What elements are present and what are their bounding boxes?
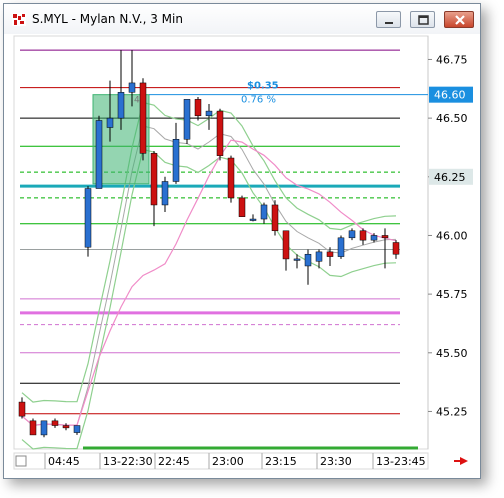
scroll-box [15, 455, 27, 467]
maximize-button[interactable] [410, 11, 435, 28]
candle-body [304, 253, 312, 267]
candle-body [51, 420, 59, 426]
candle-body [161, 181, 169, 206]
x-tick-label: 22:45 [158, 455, 190, 468]
maximize-icon [418, 15, 429, 25]
candle-body [271, 204, 279, 232]
close-icon [455, 15, 465, 25]
candle-body [84, 188, 92, 248]
candle-body [29, 420, 37, 436]
scroll-right-arrow-icon[interactable] [454, 457, 468, 465]
candle-body [337, 237, 345, 257]
candle-body [249, 218, 257, 221]
candle-body [40, 420, 48, 436]
candle-body [227, 157, 235, 199]
candle-body [359, 230, 367, 241]
app-icon [12, 13, 26, 26]
range-percent-label: 0.76 % [241, 95, 276, 106]
y-tick-label: 45.50 [436, 347, 468, 360]
y-tick-label: 46.50 [436, 112, 468, 125]
candle-body [348, 230, 356, 239]
candle-body [106, 117, 114, 128]
window-title: S.MYL - Mylan N.V., 3 Min [32, 12, 183, 26]
x-tick-label: 13-23:45 [376, 455, 426, 468]
candle-body [282, 230, 290, 260]
y-tick-label: 45.75 [436, 288, 468, 301]
candle-body [392, 242, 400, 255]
candle-body [62, 425, 70, 429]
candle-body [172, 139, 180, 182]
candle-body [18, 401, 26, 417]
x-tick-label: 23:00 [212, 455, 244, 468]
candle-body [205, 110, 213, 117]
x-tick-label: 23:30 [320, 455, 352, 468]
close-button[interactable] [444, 11, 474, 28]
x-tick-label: 23:15 [265, 455, 297, 468]
candle-body [216, 110, 224, 156]
price-marker-label: 46.25 [434, 171, 466, 184]
candle-body [326, 251, 334, 257]
candle-body [194, 99, 202, 117]
range-amount-label: $0.35 [247, 81, 279, 92]
candle-body [183, 99, 191, 140]
price-chart[interactable]: 46.75 46.50 46.25 46.00 45.75 45.50 45.25 $0.35… [8, 34, 476, 474]
y-tick-label: 46.00 [436, 229, 468, 242]
chart-area[interactable]: 46.75 46.50 46.25 46.00 45.75 45.50 45.25 $0.35… [8, 34, 476, 474]
candle-body [260, 204, 268, 220]
candle-body [315, 251, 323, 262]
candle-body [73, 425, 81, 433]
candle-body [150, 153, 158, 206]
y-tick-label: 46.75 [436, 53, 468, 66]
candle-body [139, 82, 147, 154]
minimize-icon [385, 22, 393, 24]
x-tick-label: 04:45 [48, 455, 80, 468]
chart-window: S.MYL - Mylan N.V., 3 Min 46.75 46.50 46.2… [3, 3, 481, 479]
candle-body [95, 120, 103, 189]
x-tick-label: 13-22:30 [103, 455, 153, 468]
y-tick-label: 45.25 [436, 405, 468, 418]
price-marker-label: 46.60 [434, 89, 466, 102]
candle-body [381, 235, 389, 239]
candle-body [238, 197, 246, 217]
candle-body [370, 235, 378, 241]
title-bar[interactable]: S.MYL - Mylan N.V., 3 Min [4, 4, 480, 34]
candle-body [117, 92, 125, 119]
box-count-label: 4 [134, 96, 140, 106]
plot-frame [13, 35, 429, 450]
candle-body [293, 258, 301, 261]
minimize-button[interactable] [376, 11, 401, 28]
candle-body [128, 82, 136, 93]
